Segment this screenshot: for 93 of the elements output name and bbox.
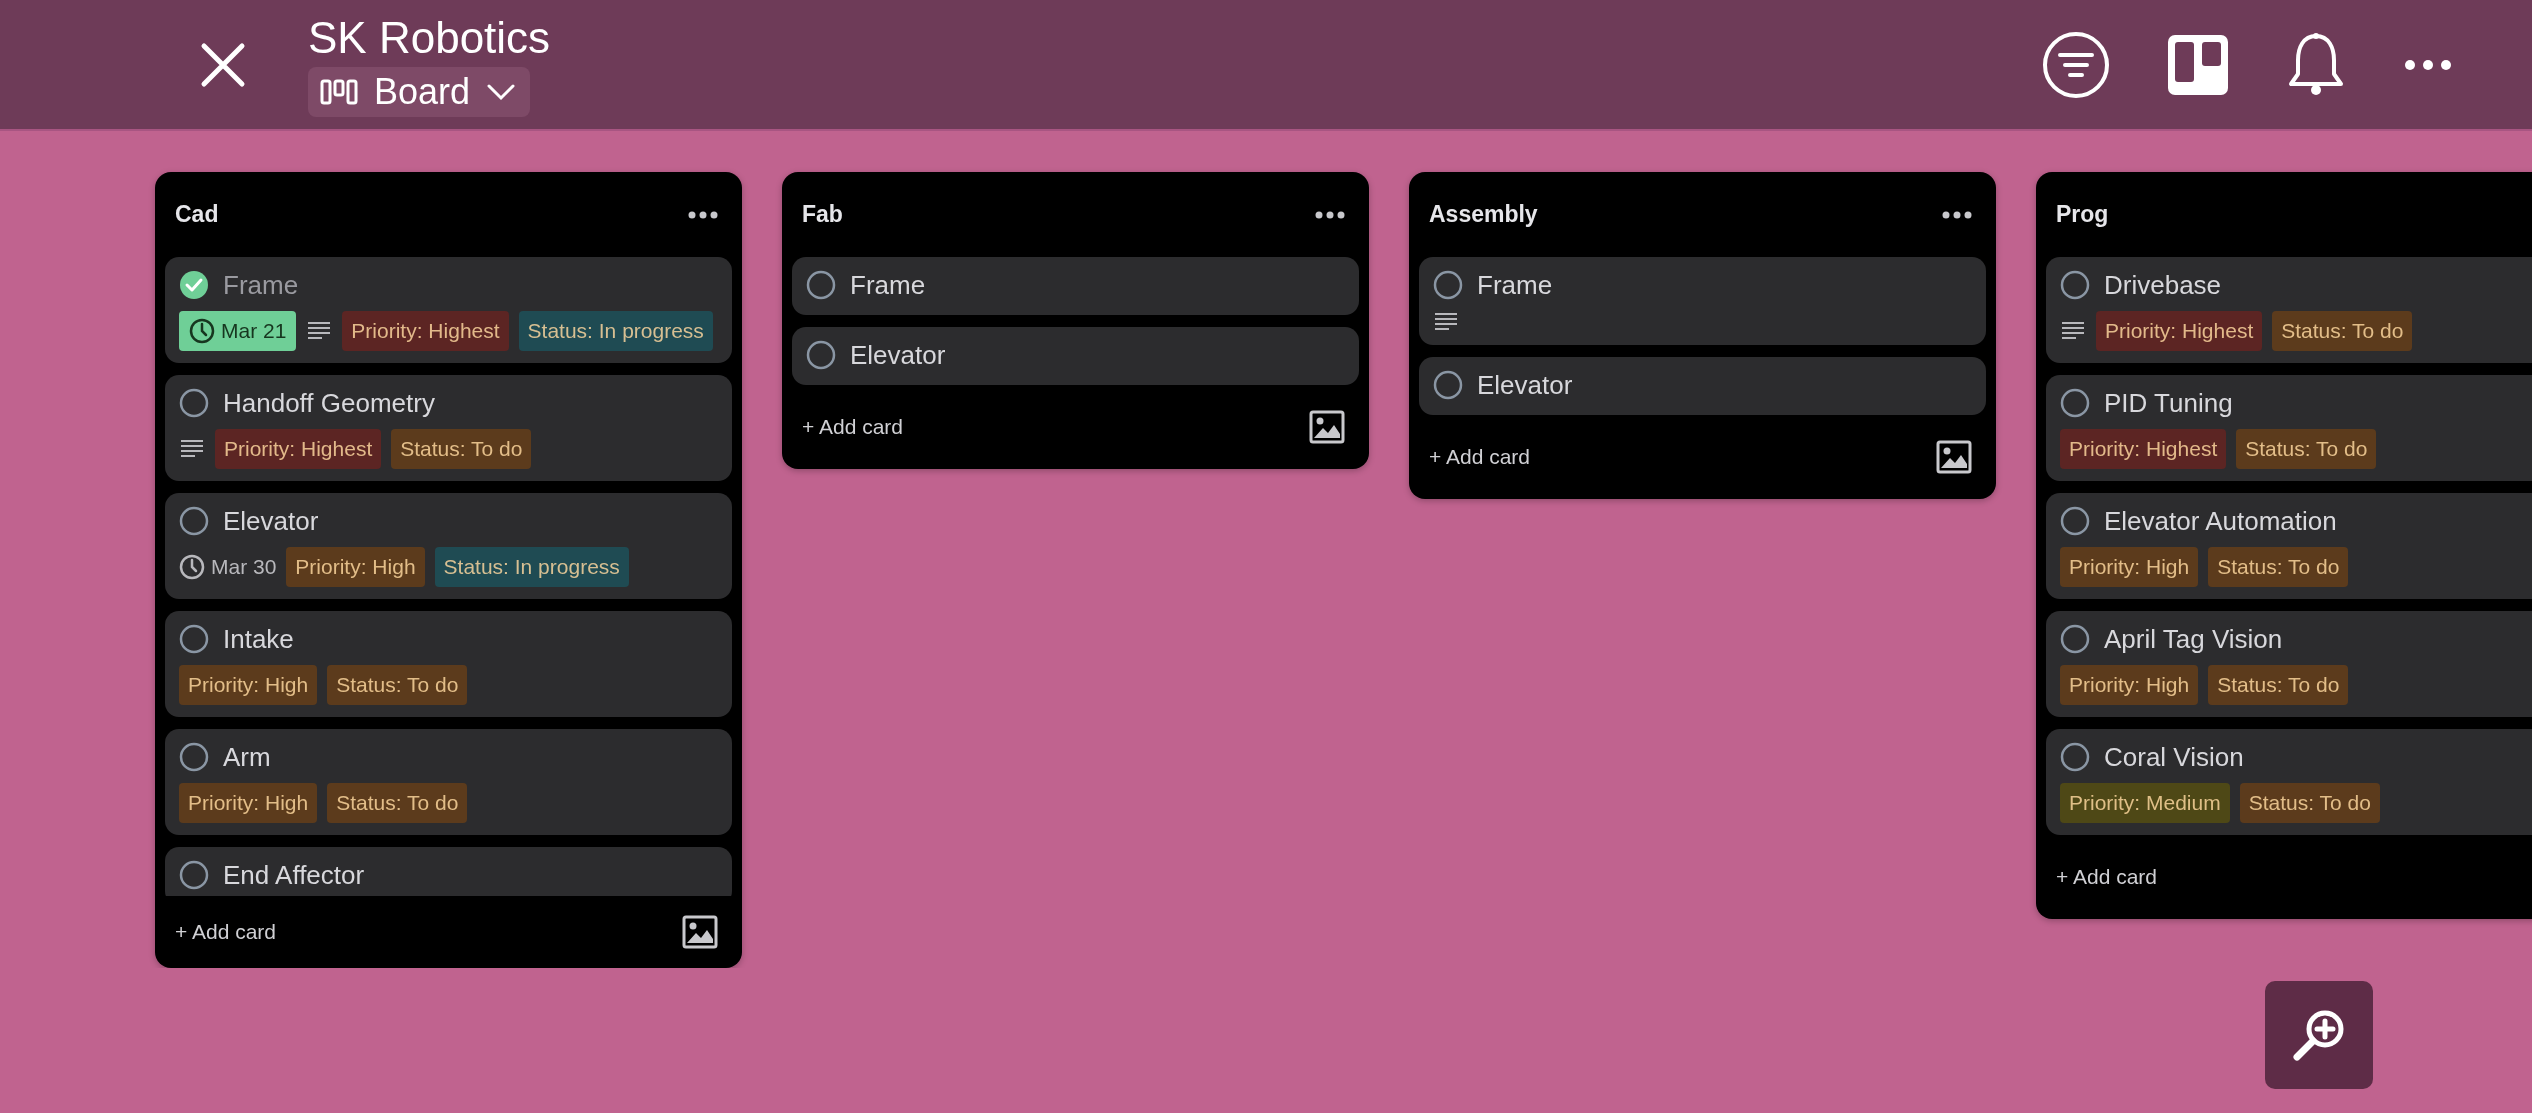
label-tag: Status: To do (2208, 665, 2349, 705)
card-title: Drivebase (2104, 271, 2222, 299)
label-tag: Status: To do (2236, 429, 2377, 469)
image-icon[interactable] (682, 915, 718, 949)
task-card[interactable]: Arm Priority: High Status: To do (165, 729, 732, 835)
task-card[interactable]: End Affector (165, 847, 732, 896)
label-tag: Priority: Highest (215, 429, 382, 469)
board-view-icon (320, 77, 358, 106)
label-tag: Status: In progress (434, 547, 629, 587)
task-card[interactable]: Frame Mar 21 Priority: Highest Status: In progress (165, 257, 732, 363)
checkbox[interactable] (2060, 506, 2090, 536)
task-card[interactable]: Drivebase Priority: Highest Status: To do (2046, 257, 2532, 363)
label-tag: Priority: High (2060, 665, 2199, 705)
due-date: Mar 30 (179, 547, 277, 587)
task-card[interactable]: Elevator Mar 30 Priority: High Status: In progress (165, 493, 732, 599)
more-options-icon[interactable] (1942, 210, 1972, 219)
card-title: Frame (1477, 271, 1553, 299)
add-card-link[interactable]: + Add card (175, 920, 276, 944)
checkbox[interactable] (179, 742, 209, 772)
checkbox[interactable] (179, 388, 209, 418)
task-card[interactable]: Elevator (792, 327, 1359, 385)
board-title: SK Robotics (308, 12, 551, 63)
close-icon[interactable] (200, 41, 246, 88)
card-title: Elevator (1477, 371, 1573, 399)
label-tag: Priority: High (179, 783, 318, 823)
checkbox[interactable] (1433, 270, 1463, 300)
card-title: Elevator (223, 507, 319, 535)
label-tag: Priority: Medium (2060, 783, 2230, 823)
clock-icon (189, 318, 215, 344)
task-card[interactable]: Elevator Automation Priority: High Status: To do (2046, 493, 2532, 599)
label-tag: Priority: Highest (342, 311, 509, 351)
checkbox[interactable] (179, 860, 209, 890)
card-title: Elevator Automation (2104, 507, 2337, 535)
label-tag: Status: To do (2239, 783, 2380, 823)
checkbox[interactable] (179, 624, 209, 654)
card-title: April Tag Vision (2104, 625, 2283, 653)
label-tag: Status: To do (2272, 311, 2413, 351)
task-card[interactable]: Intake Priority: High Status: To do (165, 611, 732, 717)
column-title: Prog (2056, 201, 2109, 228)
label-tag: Status: To do (327, 665, 468, 705)
notification-bell-icon[interactable] (2286, 31, 2346, 98)
task-card[interactable]: Handoff Geometry Priority: Highest Status: To do (165, 375, 732, 481)
checkbox[interactable] (2060, 388, 2090, 418)
label-tag: Priority: High (2060, 547, 2199, 587)
label-tag: Status: In progress (518, 311, 713, 351)
checkbox[interactable] (2060, 742, 2090, 772)
checkbox[interactable] (806, 340, 836, 370)
card-title: End Affector (223, 861, 365, 889)
card-title: Frame (223, 271, 299, 299)
filter-icon[interactable] (2042, 30, 2110, 99)
card-title: Frame (850, 271, 926, 299)
label-tag: Priority: High (179, 665, 318, 705)
card-title: Arm (223, 743, 271, 771)
checkbox[interactable] (179, 270, 209, 300)
checkbox[interactable] (806, 270, 836, 300)
column-title: Cad (175, 201, 219, 228)
task-card[interactable]: Coral Vision Priority: Medium Status: To do (2046, 729, 2532, 835)
label-tag: Status: To do (2208, 547, 2349, 587)
clock-icon (179, 554, 205, 580)
card-title: Handoff Geometry (223, 389, 435, 417)
task-card[interactable]: Frame (792, 257, 1359, 315)
view-switcher[interactable]: Board (308, 66, 531, 117)
more-options-icon[interactable] (688, 210, 718, 219)
checkbox[interactable] (2060, 270, 2090, 300)
board-layout-icon[interactable] (2168, 34, 2228, 95)
chevron-down-icon (486, 82, 517, 101)
card-title: Intake (223, 625, 294, 653)
card-title: Coral Vision (2104, 743, 2244, 771)
label-tag: Priority: Highest (2060, 429, 2227, 469)
label-tag: Priority: Highest (2096, 311, 2263, 351)
checkbox[interactable] (1433, 370, 1463, 400)
task-card[interactable]: Elevator (1419, 357, 1986, 415)
image-icon[interactable] (1309, 410, 1345, 444)
zoom-in-button[interactable] (2265, 981, 2373, 1089)
task-card[interactable]: PID Tuning Priority: Highest Status: To do (2046, 375, 2532, 481)
task-card[interactable]: April Tag Vision Priority: High Status: To do (2046, 611, 2532, 717)
card-title: PID Tuning (2104, 389, 2233, 417)
column-title: Fab (802, 201, 843, 228)
checkbox[interactable] (179, 506, 209, 536)
image-icon[interactable] (1936, 440, 1972, 474)
label-tag: Priority: High (286, 547, 425, 587)
checkbox[interactable] (2060, 624, 2090, 654)
more-options-icon[interactable] (1315, 210, 1345, 219)
add-card-link[interactable]: + Add card (802, 415, 903, 439)
card-title: Elevator (850, 341, 946, 369)
label-tag: Status: To do (391, 429, 532, 469)
label-tag: Status: To do (327, 783, 468, 823)
task-card[interactable]: Frame (1419, 257, 1986, 345)
add-card-link[interactable]: + Add card (2056, 865, 2157, 889)
more-options-icon[interactable] (2404, 58, 2452, 71)
column-title: Assembly (1429, 201, 1538, 228)
due-date: Mar 21 (179, 311, 297, 351)
add-card-link[interactable]: + Add card (1429, 445, 1530, 469)
